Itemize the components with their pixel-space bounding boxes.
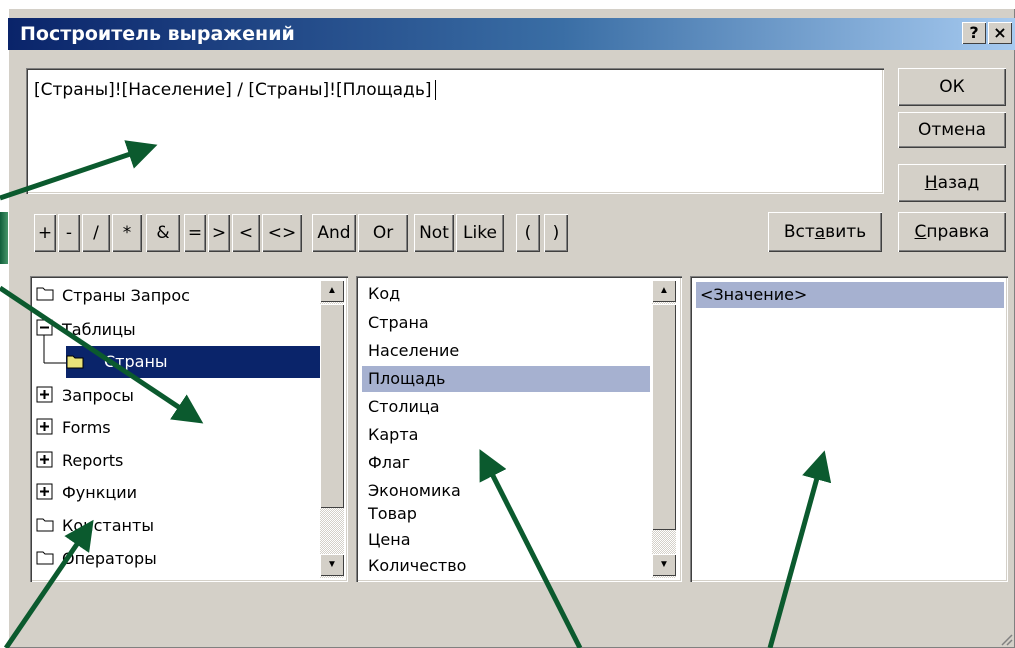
expand-icon (36, 418, 53, 435)
folder-icon (36, 287, 54, 301)
help-label-post: правка (926, 222, 990, 242)
operator-plus-button[interactable]: + (34, 214, 56, 252)
help-title-button[interactable]: ? (962, 22, 986, 44)
value-item-selected[interactable]: <Значение> (700, 285, 807, 304)
tree-item[interactable]: Операторы (62, 549, 157, 568)
resize-grip-icon[interactable] (999, 632, 1013, 646)
folder-icon (36, 551, 54, 565)
field-item[interactable]: Цена (368, 530, 411, 549)
window-title: Построитель выражений (20, 23, 295, 45)
text-caret (435, 80, 437, 100)
close-button[interactable]: × (988, 22, 1012, 44)
tree-item[interactable]: Запросы (62, 386, 134, 405)
tree-item[interactable]: Страны Запрос (62, 286, 190, 305)
operator-and-button[interactable]: And (312, 214, 356, 252)
scroll-down-arrow-icon[interactable]: ▼ (652, 554, 676, 576)
tree-item[interactable]: Константы (62, 516, 154, 535)
field-item[interactable]: Экономика (368, 481, 461, 500)
expression-text: [Страны]![Население] / [Страны]![Площадь… (34, 80, 437, 100)
back-label-accel: Н (924, 173, 938, 193)
help-button[interactable]: Справка (898, 212, 1006, 252)
field-item[interactable]: Товар (368, 504, 417, 523)
expand-icon (36, 386, 53, 403)
scroll-down-arrow-icon[interactable]: ▼ (320, 554, 344, 576)
folder-open-icon (66, 355, 84, 369)
field-item[interactable]: Карта (368, 425, 418, 444)
scroll-up-arrow-icon[interactable]: ▲ (320, 280, 344, 302)
scroll-thumb[interactable] (652, 304, 676, 530)
operator-or-button[interactable]: Or (358, 214, 408, 252)
fields-scrollbar[interactable]: ▲ ▼ (652, 280, 676, 578)
operator-like-button[interactable]: Like (456, 214, 504, 252)
tree-connector-line (43, 335, 66, 364)
cancel-button[interactable]: Отмена (898, 112, 1006, 148)
insert-button[interactable]: Вставить (768, 212, 882, 252)
operator-less-button[interactable]: < (232, 214, 260, 252)
folder-icon (36, 518, 54, 532)
back-button[interactable]: Назад (898, 164, 1006, 202)
title-bar[interactable]: Построитель выражений ? × (8, 18, 1015, 50)
ok-button[interactable]: ОК (898, 68, 1006, 106)
scroll-up-arrow-icon[interactable]: ▲ (652, 280, 676, 302)
tree-item[interactable]: Forms (62, 418, 111, 437)
expression-value: [Страны]![Население] / [Страны]![Площадь… (34, 80, 432, 100)
tree-item[interactable]: Таблицы (62, 320, 136, 339)
field-item[interactable]: Страна (368, 313, 429, 332)
field-item[interactable]: Флаг (368, 453, 410, 472)
operator-minus-button[interactable]: - (58, 214, 80, 252)
tree-item[interactable]: Reports (62, 451, 123, 470)
expand-icon (36, 483, 53, 500)
insert-label-accel: а (814, 222, 826, 242)
insert-label-post: вить (825, 222, 867, 242)
tree-scrollbar[interactable]: ▲ ▼ (320, 280, 344, 578)
operator-not-equal-button[interactable]: <> (262, 214, 302, 252)
help-label-accel: С (914, 222, 927, 242)
operator-close-paren-button[interactable]: ) (544, 214, 568, 252)
tree-item[interactable]: Функции (62, 483, 137, 502)
scroll-thumb[interactable] (320, 304, 344, 508)
field-item-selected[interactable]: Площадь (368, 369, 445, 388)
field-item[interactable]: Код (368, 284, 400, 303)
operator-equals-button[interactable]: = (184, 214, 206, 252)
back-label-post: азад (937, 173, 980, 193)
values-list[interactable] (690, 276, 1008, 582)
field-item[interactable]: Количество (368, 556, 466, 575)
field-item[interactable]: Столица (368, 397, 440, 416)
operator-not-button[interactable]: Not (414, 214, 454, 252)
operator-multiply-button[interactable]: * (112, 214, 142, 252)
insert-label-pre: Вст (783, 222, 815, 242)
operator-open-paren-button[interactable]: ( (516, 214, 540, 252)
operator-divide-button[interactable]: / (82, 214, 110, 252)
operator-greater-button[interactable]: > (208, 214, 230, 252)
tree-item-selected[interactable]: Страны (104, 352, 168, 371)
field-item[interactable]: Население (368, 341, 459, 360)
collapse-icon (36, 319, 53, 336)
operator-ampersand-button[interactable]: & (146, 214, 180, 252)
expand-icon (36, 451, 53, 468)
